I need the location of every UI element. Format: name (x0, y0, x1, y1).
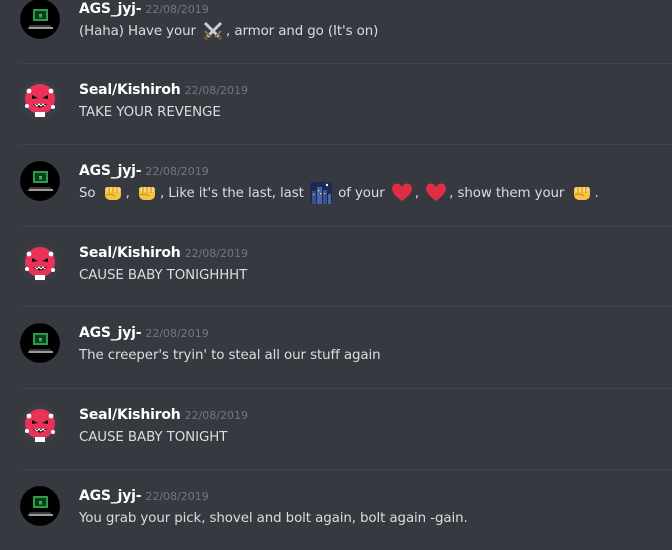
message-text: . (594, 185, 599, 201)
night-city-emoji[interactable] (309, 182, 332, 204)
message-content: TAKE YOUR REVENGE (79, 101, 221, 123)
fist-emoji[interactable] (571, 182, 593, 204)
message-timestamp: 22/08/2019 (145, 327, 209, 340)
message-item[interactable]: m AGS_jyj- 22/08/2019 The creeper's tryin' … (0, 306, 672, 387)
svg-text:m: m (39, 13, 43, 20)
message-item[interactable]: m AGS_jyj- 22/08/2019 So , , Like it's the … (0, 144, 672, 225)
message-text: TAKE YOUR REVENGE (79, 104, 221, 120)
message-text: , (125, 185, 134, 201)
message-content: The creeper's tryin' to steal all our st… (79, 344, 381, 366)
message-divider (20, 226, 672, 227)
seal-pink-avatar[interactable] (20, 405, 60, 445)
ags-monitor-avatar[interactable]: m (20, 323, 60, 363)
message-item[interactable]: Seal/Kishiroh 22/08/2019 CAUSE BABY TONIGH… (0, 226, 672, 307)
message-header: AGS_jyj- 22/08/2019 (79, 0, 209, 17)
message-divider (20, 63, 672, 64)
message-header: Seal/Kishiroh 22/08/2019 (79, 79, 248, 98)
ags-monitor-avatar[interactable]: m (20, 486, 60, 526)
author-username[interactable]: AGS_jyj- (79, 163, 142, 179)
message-content: So , , Like it's the last, last of your … (79, 182, 599, 204)
fist-emoji[interactable] (102, 182, 124, 204)
heart-emoji[interactable] (391, 182, 413, 204)
message-item[interactable]: m AGS_jyj- 22/08/2019 (Haha) Have your , ar… (0, 0, 672, 63)
message-item[interactable]: m AGS_jyj- 22/08/2019 You grab your pick, s… (0, 469, 672, 550)
author-username[interactable]: AGS_jyj- (79, 488, 142, 504)
svg-text:m: m (39, 175, 43, 182)
message-timestamp: 22/08/2019 (145, 3, 209, 16)
message-text: , (414, 185, 424, 201)
author-username[interactable]: AGS_jyj- (79, 325, 142, 341)
message-header: AGS_jyj- 22/08/2019 (79, 485, 209, 504)
author-username[interactable]: Seal/Kishiroh (79, 407, 181, 423)
seal-pink-avatar[interactable] (20, 243, 60, 283)
message-divider (20, 144, 672, 145)
message-header: Seal/Kishiroh 22/08/2019 (79, 404, 248, 423)
message-header: AGS_jyj- 22/08/2019 (79, 322, 209, 341)
message-text: You grab your pick, shovel and bolt agai… (79, 510, 468, 526)
message-item[interactable]: Seal/Kishiroh 22/08/2019 TAKE YOUR REVENGE (0, 63, 672, 144)
message-text: So (79, 185, 100, 201)
message-timestamp: 22/08/2019 (184, 247, 248, 260)
author-username[interactable]: Seal/Kishiroh (79, 245, 181, 261)
message-divider (20, 306, 672, 307)
message-item[interactable]: Seal/Kishiroh 22/08/2019 CAUSE BABY TONIGH… (0, 388, 672, 469)
author-username[interactable]: AGS_jyj- (79, 1, 142, 17)
message-text: CAUSE BABY TONIGHT (79, 429, 228, 445)
message-timestamp: 22/08/2019 (145, 165, 209, 178)
message-content: CAUSE BABY TONIGHHHT (79, 264, 247, 286)
fist-emoji[interactable] (136, 182, 158, 204)
message-content: You grab your pick, shovel and bolt agai… (79, 507, 468, 529)
message-header: Seal/Kishiroh 22/08/2019 (79, 242, 248, 261)
crossed-swords-emoji[interactable] (202, 20, 224, 42)
svg-text:m: m (39, 500, 43, 507)
message-header: AGS_jyj- 22/08/2019 (79, 160, 209, 179)
message-text: (Haha) Have your (79, 23, 201, 39)
message-text: The creeper's tryin' to steal all our st… (79, 347, 381, 363)
message-text: , Like it's the last, last (159, 185, 308, 201)
ags-monitor-avatar[interactable]: m (20, 161, 60, 201)
message-text: , armor and go (It's on) (226, 23, 379, 39)
message-divider (20, 469, 672, 470)
message-text: of your (333, 185, 389, 201)
svg-text:m: m (39, 337, 43, 344)
message-timestamp: 22/08/2019 (184, 84, 248, 97)
message-content: (Haha) Have your , armor and go (It's on… (79, 20, 378, 42)
message-timestamp: 22/08/2019 (145, 490, 209, 503)
message-text: , show them your (449, 185, 569, 201)
author-username[interactable]: Seal/Kishiroh (79, 82, 181, 98)
message-timestamp: 22/08/2019 (184, 409, 248, 422)
message-divider (20, 388, 672, 389)
message-feed: m AGS_jyj- 22/08/2019 (Haha) Have your , ar… (0, 0, 672, 544)
message-text: CAUSE BABY TONIGHHHT (79, 267, 248, 283)
heart-emoji[interactable] (425, 182, 447, 204)
message-content: CAUSE BABY TONIGHT (79, 426, 227, 448)
seal-pink-avatar[interactable] (20, 80, 60, 120)
ags-monitor-avatar[interactable]: m (20, 0, 60, 39)
